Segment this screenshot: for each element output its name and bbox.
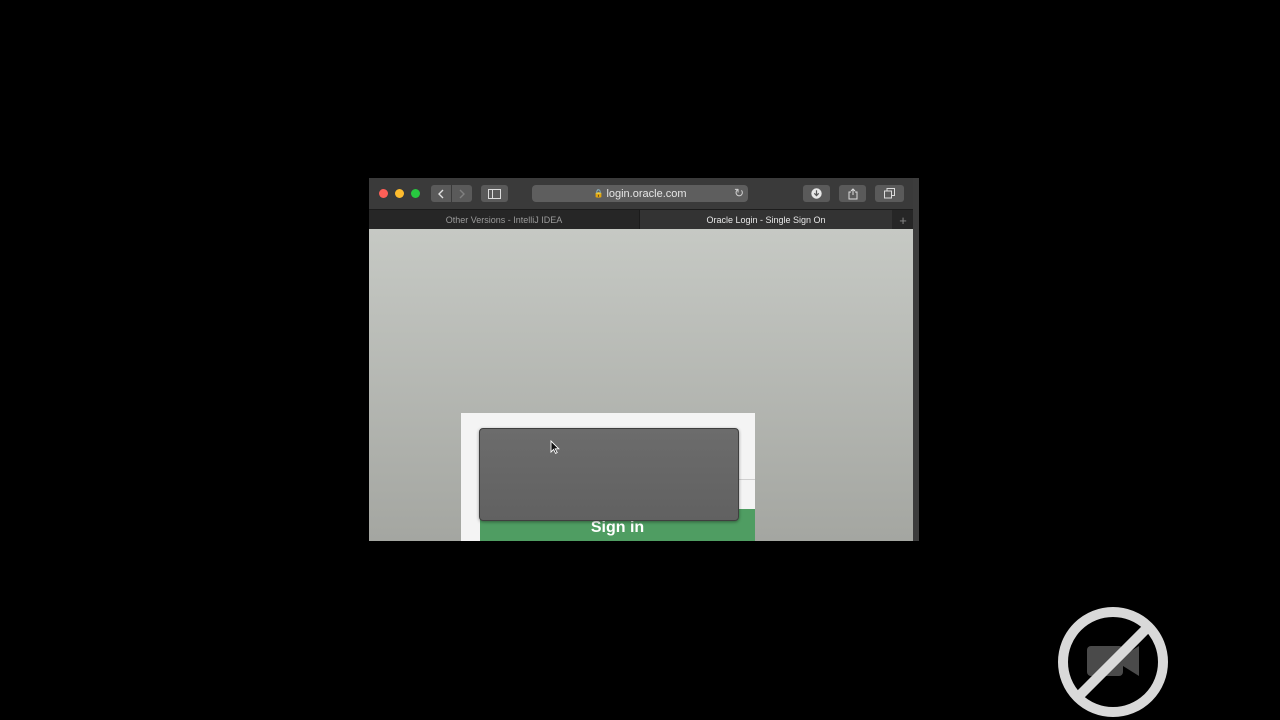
sidebar-toggle-button[interactable] — [481, 185, 508, 202]
forward-button[interactable] — [452, 185, 472, 202]
reload-icon[interactable]: ↻ — [734, 186, 744, 200]
tab-label: Oracle Login - Single Sign On — [706, 215, 826, 225]
tab-other-versions[interactable]: Other Versions - IntelliJ IDEA — [369, 210, 640, 230]
tab-bar: Other Versions - IntelliJ IDEA Oracle Lo… — [369, 209, 913, 230]
plus-icon: + — [899, 212, 907, 228]
mouse-pointer-icon — [550, 440, 560, 454]
new-tab-button[interactable]: + — [893, 210, 913, 230]
close-window-button[interactable] — [379, 189, 388, 198]
browser-window: 🔒 login.oracle.com ↻ Other Versions - In… — [369, 178, 919, 541]
tabs-overview-icon — [884, 188, 895, 199]
address-text: login.oracle.com — [606, 187, 687, 200]
sidebar-icon — [488, 188, 501, 199]
maximize-window-button[interactable] — [411, 189, 420, 198]
back-button[interactable] — [431, 185, 451, 202]
screen: 🔒 login.oracle.com ↻ Other Versions - In… — [0, 0, 1280, 720]
chevron-left-icon — [438, 189, 444, 198]
browser-toolbar: 🔒 login.oracle.com ↻ — [369, 178, 913, 209]
sign-in-label: Sign in — [590, 519, 645, 536]
tab-label: Other Versions - IntelliJ IDEA — [445, 215, 563, 225]
share-icon — [848, 187, 857, 199]
window-scrollbar[interactable] — [913, 178, 919, 541]
download-button[interactable] — [803, 185, 830, 202]
share-button[interactable] — [839, 185, 866, 202]
tab-overview-button[interactable] — [875, 185, 904, 202]
download-icon — [811, 188, 822, 199]
autofill-popup[interactable] — [479, 428, 739, 521]
minimize-window-button[interactable] — [395, 189, 404, 198]
page-content: Sign in — [369, 229, 913, 541]
address-bar[interactable]: 🔒 login.oracle.com ↻ — [532, 185, 748, 202]
lock-icon: 🔒 — [593, 189, 604, 198]
no-camera-icon — [1058, 607, 1168, 717]
chevron-right-icon — [459, 189, 465, 198]
tab-oracle-login[interactable]: Oracle Login - Single Sign On — [640, 210, 892, 230]
